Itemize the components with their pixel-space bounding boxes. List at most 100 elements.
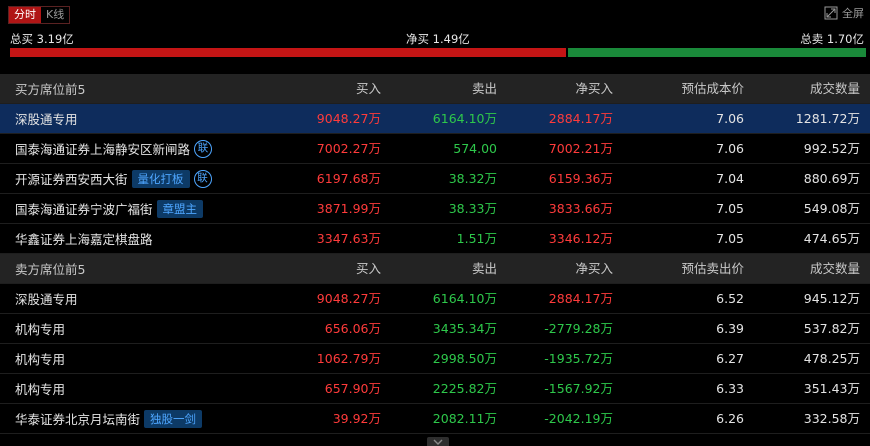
volume: 332.58万 (803, 411, 860, 426)
seat-name-text: 华鑫证券上海嘉定棋盘路 (15, 231, 153, 247)
seat-name: 机构专用 (15, 314, 65, 344)
volume: 945.12万 (803, 291, 860, 306)
sell-amount: 2082.11万 (432, 411, 497, 426)
tab-kline[interactable]: K线 (41, 7, 69, 23)
total-buy: 总买 3.19亿 (10, 32, 74, 46)
seat-name-text: 深股通专用 (15, 291, 78, 307)
table-row[interactable]: 国泰海通证券上海静安区新闸路联 7002.27万 574.00 7002.21万 7.0… (0, 134, 870, 164)
sell-amount: 38.32万 (448, 171, 497, 186)
buy-amount: 3347.63万 (316, 231, 381, 246)
sell-amount: 574.00 (453, 141, 497, 156)
sell-section-header: 卖方席位前5 买入 卖出 净买入 预估卖出价 成交数量 (0, 254, 870, 284)
net-amount: -1935.72万 (544, 351, 613, 366)
buy-amount: 39.92万 (332, 411, 381, 426)
estimated-price: 6.26 (716, 411, 744, 426)
column-price-header: 预估卖出价 (681, 261, 744, 276)
net-amount: 3346.12万 (548, 231, 613, 246)
estimated-price: 7.06 (716, 111, 744, 126)
expand-handle[interactable] (427, 437, 449, 446)
seat-name-text: 开源证券西安西大街 (15, 171, 128, 187)
buy-amount: 6197.68万 (316, 171, 381, 186)
estimated-price: 6.39 (716, 321, 744, 336)
buy-section-header: 买方席位前5 买入 卖出 净买入 预估成本价 成交数量 (0, 74, 870, 104)
sell-amount: 6164.10万 (432, 111, 497, 126)
estimated-price: 6.27 (716, 351, 744, 366)
table-row[interactable]: 机构专用 656.06万 3435.34万 -2779.28万 6.39 537.82万 (0, 314, 870, 344)
linked-seat-icon[interactable]: 联 (193, 170, 212, 188)
volume: 474.65万 (803, 231, 860, 246)
buy-amount: 7002.27万 (316, 141, 381, 156)
buy-amount: 656.06万 (324, 321, 381, 336)
table-row[interactable]: 华鑫证券上海嘉定棋盘路 3347.63万 1.51万 3346.12万 7.05 474.… (0, 224, 870, 254)
column-buy-header: 买入 (355, 261, 381, 276)
column-net-header: 净买入 (575, 81, 613, 96)
net-amount: -2042.19万 (544, 411, 613, 426)
table-row[interactable]: 深股通专用 9048.27万 6164.10万 2884.17万 6.52 945.12万 (0, 284, 870, 314)
net-buy: 净买 1.49亿 (406, 32, 470, 46)
seat-name-text: 华泰证券北京月坛南街 (15, 411, 141, 427)
seat-name: 国泰海通证券宁波广福街 章盟主 (15, 194, 204, 224)
sell-amount: 3435.34万 (432, 321, 497, 336)
seat-name: 深股通专用 (15, 284, 78, 314)
column-sell-header: 卖出 (471, 261, 497, 276)
seat-tag[interactable]: 章盟主 (156, 200, 204, 218)
sell-amount: 38.33万 (448, 201, 497, 216)
column-volume-header: 成交数量 (809, 261, 860, 276)
buy-amount: 3871.99万 (316, 201, 381, 216)
seat-name: 机构专用 (15, 374, 65, 404)
tab-intraday[interactable]: 分时 (9, 7, 41, 23)
seat-name-text: 国泰海通证券上海静安区新闸路 (15, 141, 191, 157)
estimated-price: 7.05 (716, 231, 744, 246)
total-sell: 总卖 1.70亿 (800, 32, 864, 46)
buy-amount: 657.90万 (324, 381, 381, 396)
seat-name: 国泰海通证券上海静安区新闸路联 (15, 134, 213, 164)
table-row[interactable]: 华泰证券北京月坛南街 独股一剑 39.92万 2082.11万 -2042.19万 6.2… (0, 404, 870, 434)
table-row[interactable]: 国泰海通证券宁波广福街 章盟主 3871.99万 38.33万 3833.66万 7.05… (0, 194, 870, 224)
column-net-header: 净买入 (575, 261, 613, 276)
estimated-price: 7.04 (716, 171, 744, 186)
net-amount: 2884.17万 (548, 111, 613, 126)
fullscreen-icon (824, 6, 838, 20)
table-row[interactable]: 开源证券西安西大街 量化打板联 6197.68万 38.32万 6159.36万 7.04… (0, 164, 870, 194)
table-row[interactable]: 机构专用 657.90万 2225.82万 -1567.92万 6.33 351.43万 (0, 374, 870, 404)
sell-amount: 6164.10万 (432, 291, 497, 306)
volume: 992.52万 (803, 141, 860, 156)
seat-name: 华鑫证券上海嘉定棋盘路 (15, 224, 153, 254)
net-amount: -2779.28万 (544, 321, 613, 336)
column-name-header: 卖方席位前5 (15, 261, 86, 277)
estimated-price: 6.52 (716, 291, 744, 306)
column-price-header: 预估成本价 (681, 81, 744, 96)
estimated-price: 7.06 (716, 141, 744, 156)
fullscreen-button[interactable]: 全屏 (824, 5, 864, 21)
net-amount: 6159.36万 (548, 171, 613, 186)
net-amount: 7002.21万 (548, 141, 613, 156)
seat-table: 买方席位前5 买入 卖出 净买入 预估成本价 成交数量 深股通专用 9048.27… (0, 74, 870, 434)
net-amount: -1567.92万 (544, 381, 613, 396)
sell-flow-bar (568, 48, 866, 57)
seat-tag[interactable]: 量化打板 (131, 170, 190, 188)
chevron-down-icon (433, 439, 443, 445)
seat-tag[interactable]: 独股一剑 (144, 410, 203, 428)
sell-amount: 1.51万 (456, 231, 497, 246)
seat-name: 机构专用 (15, 344, 65, 374)
linked-seat-icon[interactable]: 联 (194, 140, 213, 158)
seat-name-text: 机构专用 (15, 381, 66, 397)
column-buy-header: 买入 (355, 81, 381, 96)
table-row[interactable]: 机构专用 1062.79万 2998.50万 -1935.72万 6.27 478.25万 (0, 344, 870, 374)
flow-summary: 总买 3.19亿 净买 1.49亿 总卖 1.70亿 (0, 30, 870, 48)
table-row[interactable]: 深股通专用 9048.27万 6164.10万 2884.17万 7.06 1281.72… (0, 104, 870, 134)
sell-amount: 2225.82万 (432, 381, 497, 396)
volume: 1281.72万 (795, 111, 860, 126)
estimated-price: 6.33 (716, 381, 744, 396)
net-amount: 2884.17万 (548, 291, 613, 306)
sell-amount: 2998.50万 (432, 351, 497, 366)
column-sell-header: 卖出 (471, 81, 497, 96)
seat-name-text: 机构专用 (15, 351, 66, 367)
column-volume-header: 成交数量 (809, 81, 860, 96)
seat-name: 深股通专用 (15, 104, 78, 134)
chart-tabs: 分时 K线 (8, 6, 71, 24)
seat-name-text: 机构专用 (15, 321, 66, 337)
volume: 478.25万 (803, 351, 860, 366)
column-name-header: 买方席位前5 (15, 81, 86, 97)
buy-amount: 1062.79万 (316, 351, 381, 366)
